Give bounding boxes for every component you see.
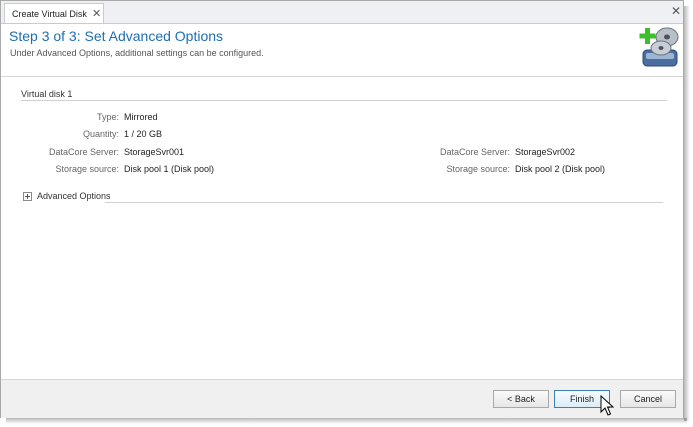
- quantity-label: Quantity:: [82, 129, 119, 139]
- expand-plus-icon[interactable]: [23, 192, 32, 201]
- tab-close-icon[interactable]: ✕: [92, 7, 101, 20]
- wizard-header: Step 3 of 3: Set Advanced Options Under …: [1, 24, 683, 77]
- page-title: Step 3 of 3: Set Advanced Options: [9, 28, 224, 44]
- cancel-button[interactable]: Cancel: [620, 390, 676, 408]
- storage-label-left: Storage source:: [55, 164, 119, 174]
- finish-button[interactable]: Finish: [554, 390, 610, 408]
- page-subtitle: Under Advanced Options, additional setti…: [10, 48, 264, 58]
- storage-label-right: Storage source:: [446, 164, 510, 174]
- wizard-footer: < Back Finish Cancel: [1, 379, 683, 418]
- wizard-content: Virtual disk 1 Type: Mirrored Quantity: …: [1, 77, 683, 379]
- type-label: Type:: [96, 112, 119, 122]
- wizard-window: Create Virtual Disk ✕ ✕ Step 3 of 3: Set…: [0, 0, 684, 418]
- window-shadow-right: [684, 6, 690, 421]
- group-divider: [21, 100, 667, 101]
- advanced-options-divider: [105, 202, 663, 203]
- tab-create-virtual-disk[interactable]: Create Virtual Disk ✕: [4, 3, 104, 23]
- add-virtual-disk-icon: [639, 27, 679, 67]
- type-value: Mirrored: [124, 112, 158, 122]
- server-value-right: StorageSvr002: [515, 147, 576, 157]
- storage-value-right: Disk pool 2 (Disk pool): [515, 164, 606, 174]
- server-label-right: DataCore Server:: [439, 147, 510, 157]
- window-close-icon[interactable]: ✕: [671, 4, 681, 18]
- window-shadow-bottom: [6, 418, 687, 424]
- back-button[interactable]: < Back: [493, 390, 549, 408]
- quantity-value: 1 / 20 GB: [124, 129, 163, 139]
- tab-label: Create Virtual Disk: [12, 9, 87, 19]
- server-value-left: StorageSvr001: [124, 147, 185, 157]
- storage-value-left: Disk pool 1 (Disk pool): [124, 164, 215, 174]
- server-label-left: DataCore Server:: [48, 147, 119, 157]
- advanced-options-toggle[interactable]: Advanced Options: [37, 191, 111, 201]
- group-title: Virtual disk 1: [21, 89, 73, 99]
- tab-strip: Create Virtual Disk ✕ ✕: [1, 1, 683, 24]
